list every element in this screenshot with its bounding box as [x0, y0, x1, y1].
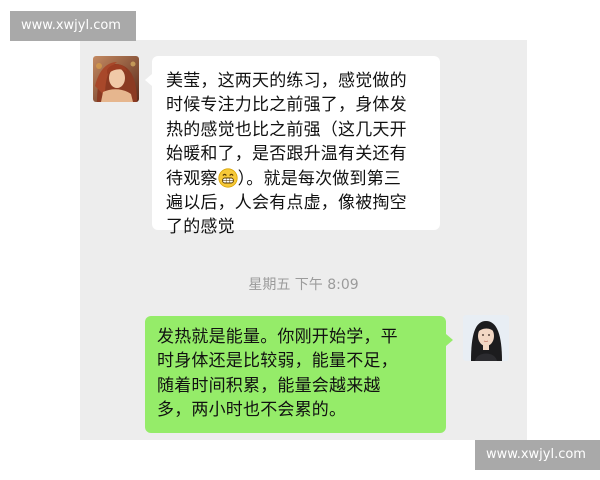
- message-line: 时候专注力比之前强了，身体发: [166, 95, 407, 116]
- grinning-emoji-icon: [218, 168, 238, 188]
- message-line: 多，两小时也不会累的。: [157, 400, 347, 421]
- message-line: 发热就是能量。你刚开始学，平: [157, 327, 398, 347]
- message-timestamp: 星期五 下午 8:09: [248, 277, 359, 293]
- message-line: 随着时间积累，能量会越来越: [157, 375, 381, 396]
- screenshot-page: www.xwjyl.com 美莹，这两天的练习，感觉做的 时候专注力比之前强了，…: [0, 0, 600, 480]
- message-line: 热的感觉也比之前强（这几天开: [166, 119, 407, 140]
- message-line: 美莹，这两天的练习，感觉做的: [166, 71, 407, 91]
- sender-avatar[interactable]: [93, 56, 139, 102]
- outgoing-message-bubble[interactable]: 发热就是能量。你刚开始学，平 时身体还是比较弱，能量不足， 随着时间积累，能量会…: [145, 316, 453, 433]
- message-segment: ）。就是每次做到第三: [237, 168, 402, 189]
- message-line: 始暖和了，是否跟升温有关还有: [166, 144, 407, 165]
- message-line: 了的感觉: [166, 217, 235, 238]
- watermark-bottom: www.xwjyl.com: [475, 440, 600, 470]
- message-line: 时身体还是比较弱，能量不足，: [157, 351, 398, 372]
- my-avatar-image: [463, 315, 509, 361]
- incoming-message-bubble[interactable]: 美莹，这两天的练习，感觉做的 时候专注力比之前强了，身体发 热的感觉也比之前强（…: [145, 56, 440, 237]
- sender-avatar-image: [93, 56, 139, 102]
- chat-window: 美莹，这两天的练习，感觉做的 时候专注力比之前强了，身体发 热的感觉也比之前强（…: [80, 40, 527, 440]
- message-line: 遍以后，人会有点虚，像被掏空: [166, 193, 407, 214]
- message-line-with-emoji: 待观察 ）。就是每次做到第三: [166, 167, 429, 191]
- watermark-top: www.xwjyl.com: [10, 11, 136, 41]
- my-avatar[interactable]: [463, 315, 509, 361]
- message-segment: 待观察: [166, 168, 218, 189]
